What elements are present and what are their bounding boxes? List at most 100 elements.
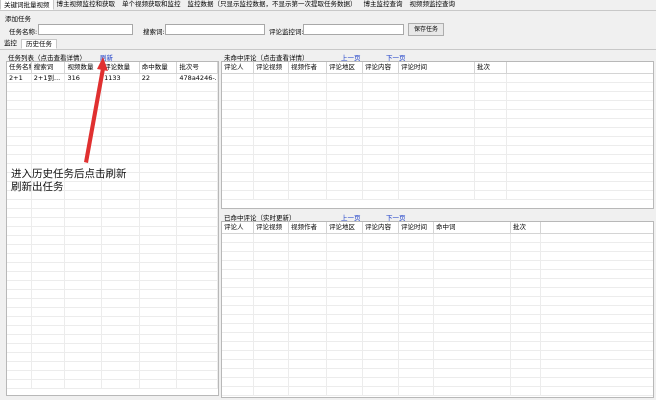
empty-cell <box>65 92 103 100</box>
empty-cell <box>475 101 507 109</box>
empty-cell <box>434 270 511 278</box>
empty-cell <box>363 270 399 278</box>
empty-cell <box>177 218 218 226</box>
empty-cell <box>289 119 327 127</box>
empty-row <box>222 270 653 279</box>
empty-cell <box>434 288 511 296</box>
empty-row <box>7 128 218 137</box>
empty-cell <box>7 362 32 370</box>
empty-row <box>222 243 653 252</box>
save-task-button[interactable]: 保存任务 <box>408 23 444 36</box>
empty-cell <box>7 353 32 361</box>
col-hit-count: 命中数量 <box>140 62 178 73</box>
table-row[interactable]: 2+1 2+1到... 316 1133 22 478a4246-... <box>7 74 218 83</box>
empty-row <box>7 209 218 218</box>
empty-cell <box>363 234 399 242</box>
empty-cell <box>32 128 66 136</box>
empty-cell <box>7 371 32 379</box>
empty-cell <box>363 324 399 332</box>
empty-row <box>222 110 653 119</box>
empty-cell <box>102 128 140 136</box>
empty-cell <box>7 83 32 91</box>
empty-cell <box>7 110 32 118</box>
empty-cell <box>289 128 327 136</box>
empty-cell <box>102 317 140 325</box>
empty-cell <box>254 360 289 368</box>
empty-cell <box>289 288 327 296</box>
empty-cell <box>222 297 254 305</box>
empty-cell <box>475 74 507 82</box>
empty-cell <box>434 261 511 269</box>
empty-cell <box>7 299 32 307</box>
empty-cell <box>511 288 541 296</box>
empty-cell <box>327 146 363 154</box>
empty-cell <box>363 137 399 145</box>
empty-cell <box>399 164 475 172</box>
empty-cell <box>254 378 289 386</box>
empty-cell <box>254 279 289 287</box>
empty-cell <box>254 234 289 242</box>
empty-cell <box>32 200 66 208</box>
col-comment-content: 评论内容 <box>363 222 399 233</box>
empty-cell <box>32 380 66 388</box>
empty-cell <box>222 324 254 332</box>
hit-comments-header: 评论人 评论视频 视频作者 评论地区 评论内容 评论时间 命中词 批次 <box>222 222 653 234</box>
empty-cell <box>140 236 178 244</box>
empty-cell <box>399 342 434 350</box>
task-name-input[interactable] <box>38 24 133 35</box>
col-hit-word: 命中词 <box>434 222 511 233</box>
tab-blogger-video-monitor[interactable]: 博主视频监控和获取 <box>54 0 120 10</box>
empty-cell <box>399 324 434 332</box>
empty-cell <box>177 164 218 172</box>
empty-row <box>7 119 218 128</box>
empty-cell <box>363 387 399 395</box>
empty-cell <box>289 173 327 181</box>
empty-cell <box>254 83 289 91</box>
comment-monitor-input[interactable] <box>303 24 404 35</box>
empty-cell <box>177 110 218 118</box>
empty-cell <box>511 333 541 341</box>
search-word-input[interactable] <box>165 24 265 35</box>
cell-task-name: 2+1 <box>7 74 32 82</box>
tab-keyword-batch-video[interactable]: 关键词批量视频 <box>0 0 54 10</box>
empty-cell <box>32 362 66 370</box>
empty-cell <box>289 110 327 118</box>
empty-cell <box>434 387 511 395</box>
empty-cell <box>222 369 254 377</box>
empty-cell <box>177 299 218 307</box>
tab-single-video-monitor[interactable]: 单个视频获取和监控 <box>119 0 185 10</box>
empty-cell <box>65 236 103 244</box>
tab-history-tasks[interactable]: 历史任务 <box>21 39 57 49</box>
empty-cell <box>254 128 289 136</box>
empty-cell <box>102 245 140 253</box>
empty-cell <box>254 252 289 260</box>
empty-cell <box>65 101 103 109</box>
empty-cell <box>327 378 363 386</box>
empty-cell <box>32 290 66 298</box>
empty-cell <box>140 137 178 145</box>
empty-cell <box>363 261 399 269</box>
task-list-header: 任务名称 搜索词 视频数量 评论数量 命中数量 批次号 <box>7 62 218 74</box>
tab-monitor-data[interactable]: 监控数据（只显示监控数据，不显示第一次提取任务数据） <box>185 0 361 10</box>
empty-cell <box>399 243 434 251</box>
empty-cell <box>177 362 218 370</box>
tab-monitor[interactable]: 监控 <box>0 39 21 49</box>
empty-cell <box>65 83 103 91</box>
empty-cell <box>140 218 178 226</box>
empty-cell <box>327 360 363 368</box>
empty-cell <box>289 74 327 82</box>
empty-cell <box>32 272 66 280</box>
empty-cell <box>399 270 434 278</box>
tab-video-monitor-query[interactable]: 视频频监控查询 <box>407 0 460 10</box>
empty-cell <box>140 245 178 253</box>
tab-blogger-monitor-query[interactable]: 博主监控查询 <box>361 0 407 10</box>
empty-cell <box>222 182 254 190</box>
empty-cell <box>65 146 103 154</box>
empty-cell <box>140 272 178 280</box>
empty-cell <box>32 119 66 127</box>
empty-cell <box>511 261 541 269</box>
empty-cell <box>65 335 103 343</box>
empty-cell <box>363 369 399 377</box>
empty-cell <box>65 263 103 271</box>
empty-cell <box>102 92 140 100</box>
